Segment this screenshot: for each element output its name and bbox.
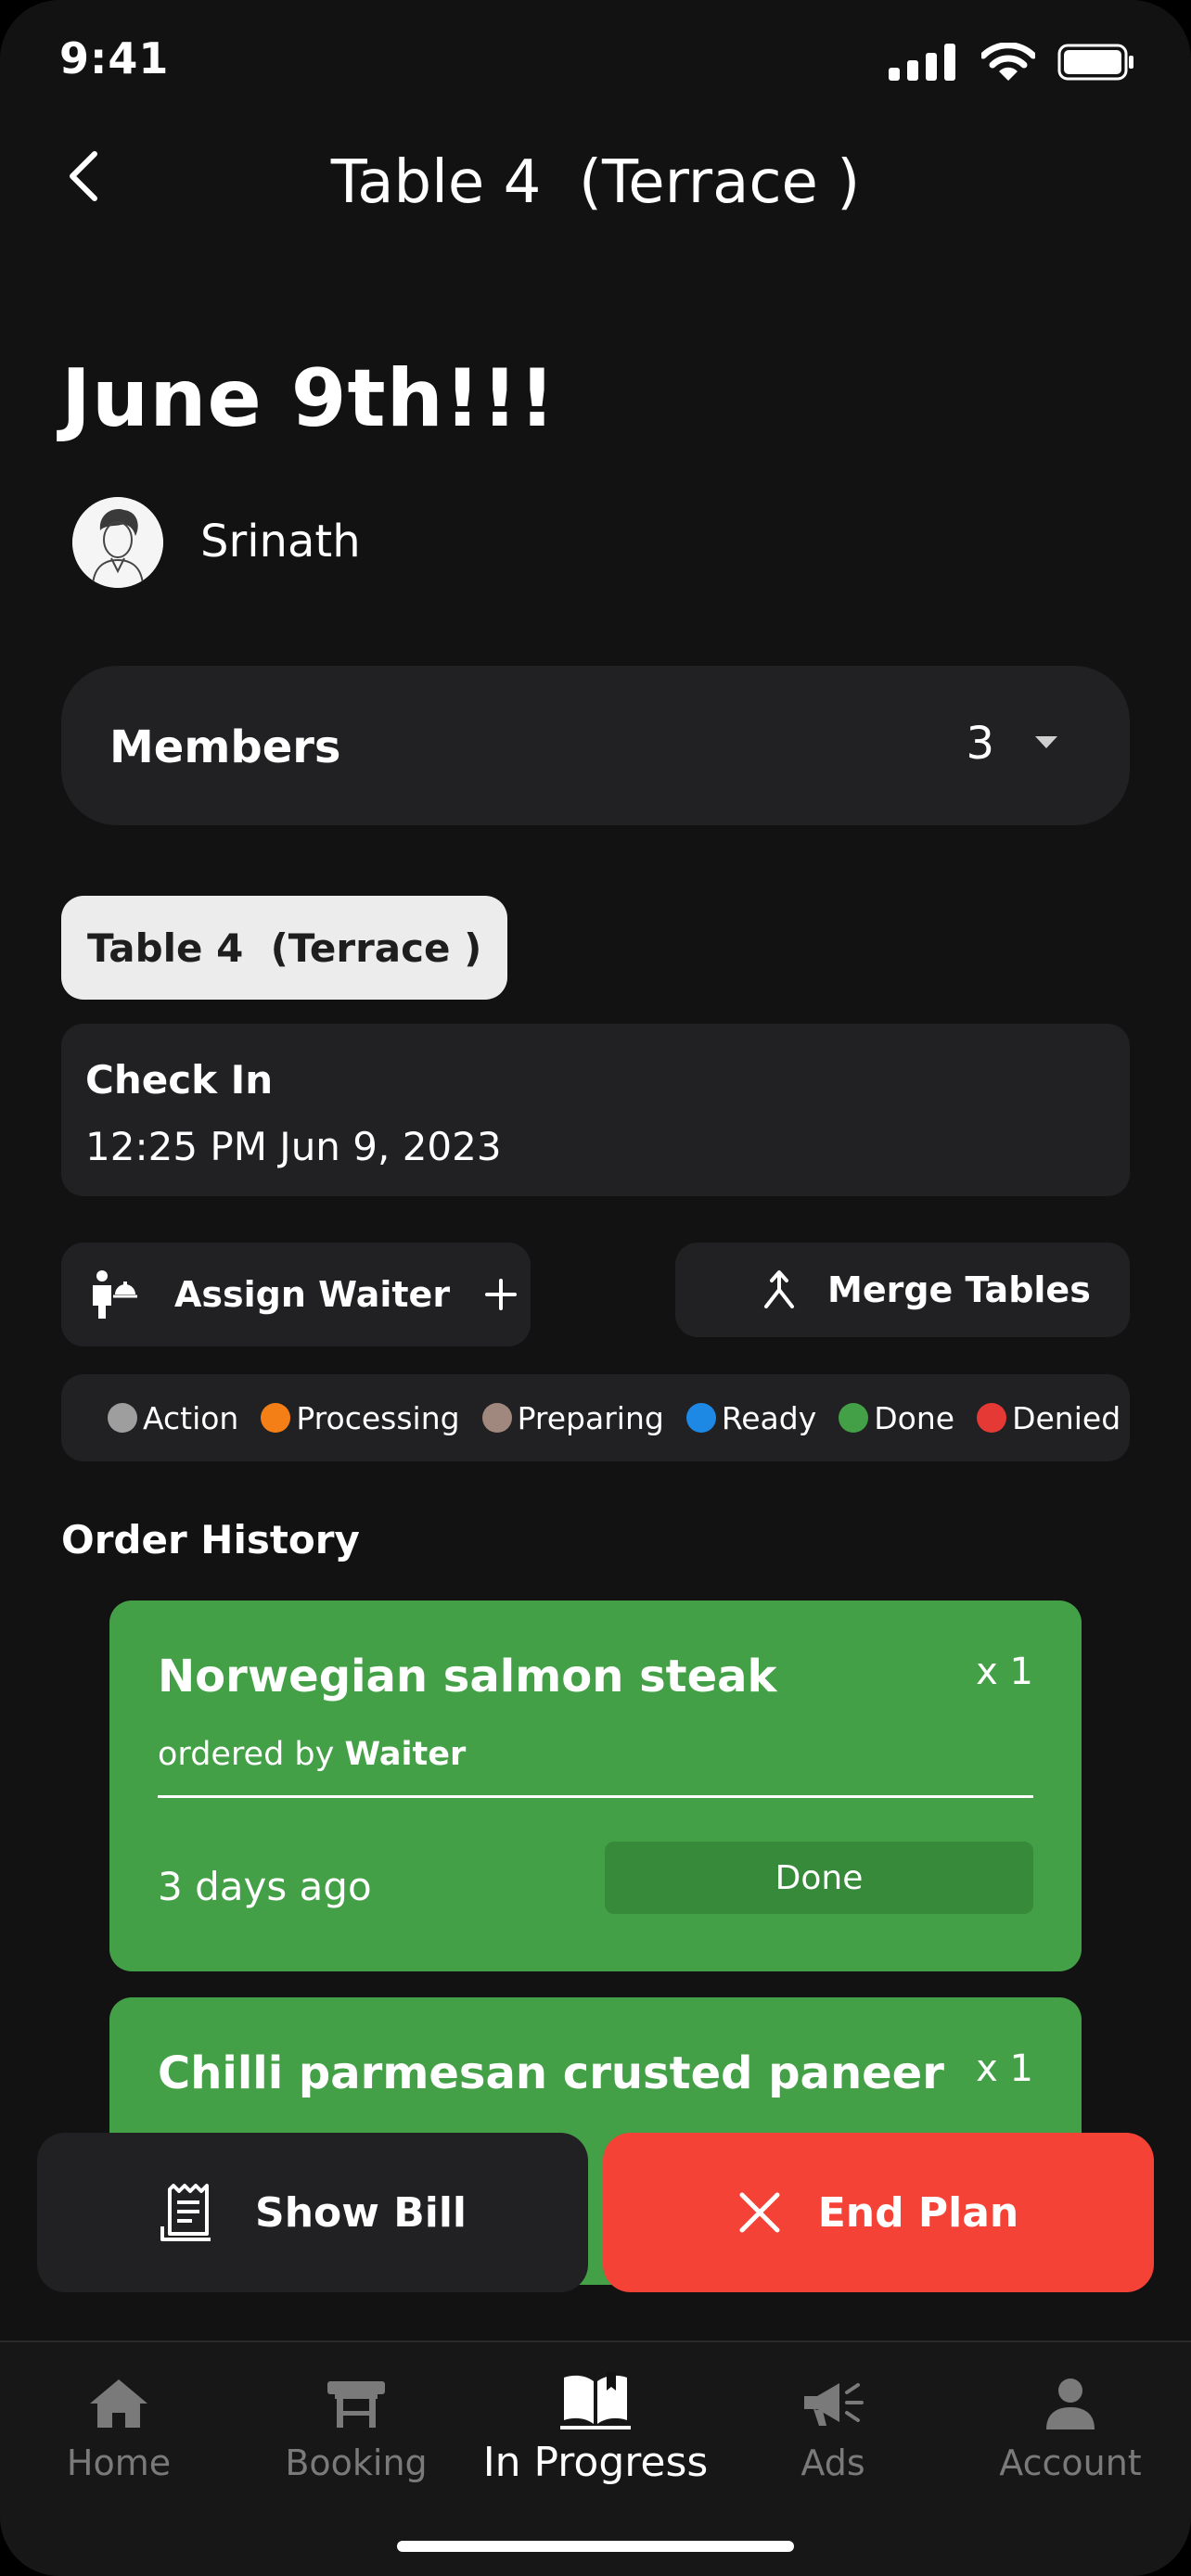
- signal-icon: [889, 44, 955, 81]
- caret-down-icon: [1035, 736, 1057, 748]
- home-icon: [90, 2379, 147, 2428]
- table-chip[interactable]: Table 4 (Terrace ): [61, 896, 508, 1000]
- end-plan-label: End Plan: [817, 2188, 1019, 2237]
- legend-label: Action: [143, 1399, 239, 1436]
- check-in-value: 12:25 PM Jun 9, 2023: [85, 1124, 502, 1169]
- tab-in-progress[interactable]: In Progress: [477, 2361, 714, 2500]
- tab-icon-wrap: [326, 2361, 387, 2429]
- legend-item-preparing: Preparing: [481, 1399, 664, 1436]
- book-icon: [560, 2372, 631, 2429]
- tab-home[interactable]: Home: [0, 2361, 237, 2500]
- page-title: Table 4 (Terrace ): [330, 148, 861, 217]
- tab-booking[interactable]: Booking: [237, 2361, 475, 2500]
- ordered-by-name: Waiter: [344, 1736, 467, 1773]
- host-name: Srinath: [200, 516, 361, 567]
- check-in-label: Check In: [85, 1057, 274, 1103]
- tab-label: Booking: [285, 2442, 428, 2483]
- screen: 9:41 Table 4 (Terrace ) June 9th!!! Srin…: [0, 0, 1191, 2576]
- wifi-icon: [981, 43, 1035, 81]
- tab-icon-wrap: [560, 2361, 631, 2429]
- tab-icon-wrap: [800, 2361, 865, 2429]
- legend-item-ready: Ready: [685, 1399, 817, 1436]
- order-quantity: x 1: [976, 2047, 1033, 2090]
- order-item-name: Norwegian salmon steak: [158, 1651, 777, 1702]
- tab-label: In Progress: [482, 2439, 709, 2486]
- merge-tables-button[interactable]: Merge Tables: [675, 1243, 1130, 1337]
- status-time: 9:41: [59, 33, 170, 83]
- ordered-by: ordered by Waiter: [158, 1736, 466, 1773]
- legend-label: Preparing: [517, 1399, 664, 1436]
- avatar: [72, 497, 163, 588]
- assign-waiter-button[interactable]: Assign Waiter: [61, 1243, 531, 1346]
- table-icon: [327, 2381, 385, 2428]
- tab-icon-wrap: [1043, 2361, 1098, 2429]
- legend-dot: [977, 1403, 1007, 1433]
- tab-label: Home: [66, 2442, 172, 2483]
- status-badge: Done: [605, 1842, 1033, 1914]
- legend-item-denied: Denied: [977, 1400, 1121, 1436]
- legend-dot: [108, 1403, 137, 1433]
- order-card[interactable]: Norwegian salmon steak x 1 ordered by Wa…: [109, 1600, 1082, 1971]
- legend-item-done: Done: [839, 1400, 954, 1436]
- ordered-by-prefix: ordered by: [158, 1736, 335, 1773]
- legend-label: Ready: [721, 1399, 817, 1436]
- show-bill-label: Show Bill: [255, 2188, 467, 2237]
- tab-label: Ads: [800, 2442, 865, 2483]
- order-history-title: Order History: [61, 1517, 360, 1562]
- members-count: 3: [966, 718, 994, 770]
- megaphone-icon: [804, 2383, 864, 2426]
- tab-ads[interactable]: Ads: [714, 2361, 952, 2500]
- divider: [158, 1795, 1033, 1798]
- legend-label: Denied: [1012, 1399, 1121, 1436]
- legend-dot: [685, 1403, 716, 1433]
- merge-tables-label: Merge Tables: [827, 1269, 1091, 1310]
- avatar-portrait-icon: [72, 497, 163, 588]
- show-bill-button[interactable]: Show Bill: [37, 2133, 588, 2292]
- legend-dot: [481, 1403, 512, 1433]
- waiter-icon: [93, 1270, 137, 1319]
- merge-icon: [764, 1270, 794, 1308]
- receipt-icon: [160, 2184, 211, 2241]
- legend-label: Done: [874, 1399, 955, 1436]
- close-icon: [739, 2192, 780, 2233]
- legend-item-processing: Processing: [261, 1399, 460, 1436]
- members-label: Members: [109, 721, 341, 773]
- legend-dot: [839, 1403, 869, 1433]
- order-time: 3 days ago: [158, 1864, 372, 1909]
- legend-item-action: Action: [108, 1400, 238, 1436]
- tab-icon-wrap: [88, 2361, 149, 2429]
- tab-account[interactable]: Account: [952, 2361, 1189, 2500]
- battery-icon: [1057, 44, 1133, 81]
- end-plan-button[interactable]: End Plan: [603, 2133, 1154, 2292]
- status-icons: [889, 43, 1135, 82]
- status-legend: Action Processing Preparing Ready Done D…: [61, 1374, 1130, 1461]
- legend-dot: [261, 1403, 291, 1433]
- order-quantity: x 1: [976, 1651, 1033, 1693]
- tab-label: Account: [999, 2442, 1142, 2483]
- order-item-name: Chilli parmesan crusted paneer: [158, 2047, 944, 2099]
- assign-waiter-label: Assign Waiter: [174, 1274, 451, 1315]
- plus-icon: [485, 1279, 518, 1310]
- members-dropdown[interactable]: Members 3: [61, 666, 1130, 825]
- person-icon: [1046, 2378, 1095, 2429]
- home-indicator: [397, 2541, 794, 2552]
- event-title: June 9th!!!: [61, 352, 557, 445]
- legend-label: Processing: [296, 1399, 460, 1436]
- check-in-card: Check In 12:25 PM Jun 9, 2023: [61, 1024, 1130, 1196]
